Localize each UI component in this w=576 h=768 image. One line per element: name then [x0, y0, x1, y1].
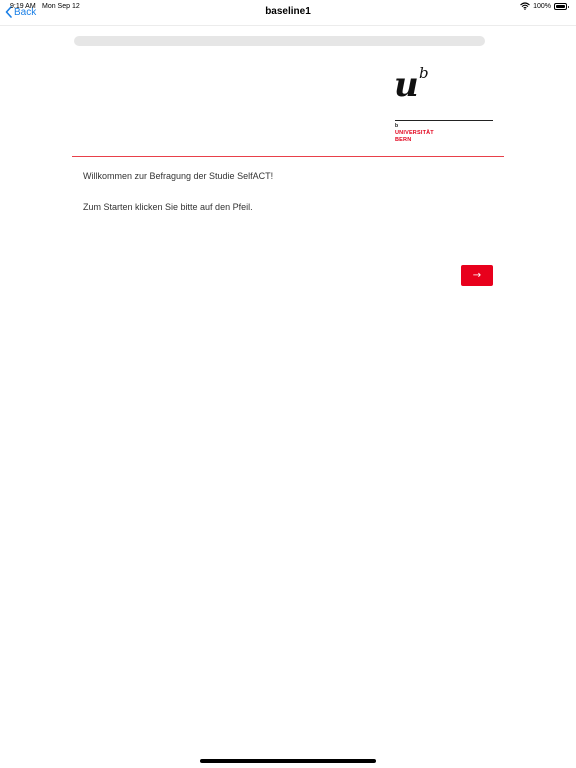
- survey-progress-bar: [74, 36, 485, 46]
- status-time: 9:19 AM: [10, 3, 36, 10]
- welcome-message: Willkommen zur Befragung der Studie Self…: [83, 171, 274, 181]
- next-arrow-button[interactable]: →: [461, 265, 493, 286]
- logo-u-glyph: u: [394, 65, 419, 105]
- logo-text-bern: BERN: [395, 137, 412, 143]
- battery-icon: [554, 2, 569, 10]
- logo-small-b: b: [395, 123, 399, 129]
- university-logo: u b b UNIVERSITÄT BERN: [394, 66, 494, 148]
- header-divider: [72, 156, 504, 157]
- battery-percent: 100%: [533, 2, 551, 10]
- status-date: Mon Sep 12: [42, 3, 80, 10]
- instruction-message: Zum Starten klicken Sie bitte auf den Pf…: [83, 202, 253, 212]
- status-indicators: 100%: [520, 2, 569, 10]
- logo-text-universitaet: UNIVERSITÄT: [395, 130, 434, 136]
- logo-rule: [395, 120, 493, 121]
- battery-level: [556, 4, 565, 8]
- status-bar: 9:19 AM Mon Sep 12 100%: [0, 0, 576, 14]
- home-indicator[interactable]: [200, 759, 376, 763]
- survey-screen: Back baseline1 9:19 AM Mon Sep 12 100% u…: [0, 0, 576, 768]
- wifi-icon: [520, 2, 530, 10]
- logo-b-glyph: b: [419, 64, 429, 82]
